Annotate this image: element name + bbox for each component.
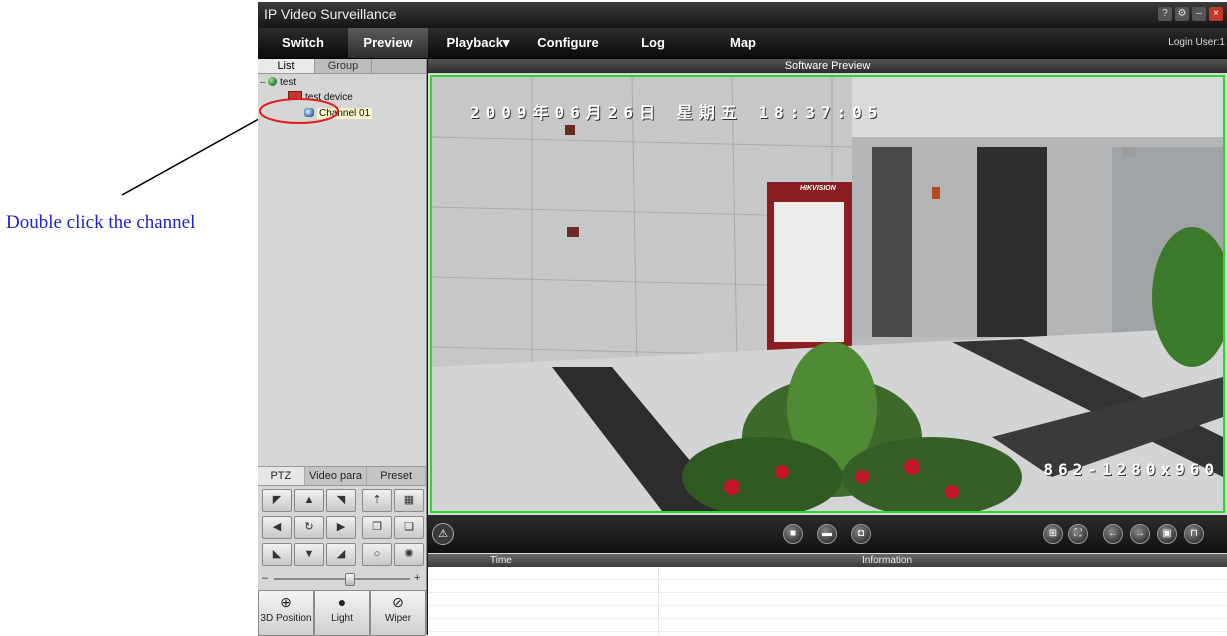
device-tabs: List Group xyxy=(258,59,426,74)
wiper-label: Wiper xyxy=(384,613,412,624)
log-row xyxy=(428,567,1227,580)
tab-ptz[interactable]: PTZ xyxy=(258,467,305,485)
left-panel: List Group – test test device Channel 01 … xyxy=(258,59,427,636)
focus-far-button[interactable]: ❏ xyxy=(394,516,424,539)
osd-resolution: 862-1280x960 xyxy=(1043,460,1219,479)
magnifier-icon: ⊕ xyxy=(280,594,292,610)
ptz-auto-button[interactable]: ↻ xyxy=(294,516,324,539)
menu-switch[interactable]: Switch xyxy=(258,28,348,58)
sign-brand-text: HIKVISION xyxy=(800,185,836,192)
log-row xyxy=(428,580,1227,593)
ptz-left-button[interactable]: ◀ xyxy=(262,516,292,539)
globe-icon xyxy=(268,77,277,86)
tab-video-para[interactable]: Video para xyxy=(305,467,368,485)
wiper-button[interactable]: ⊘ Wiper xyxy=(370,590,426,636)
record-icon[interactable]: ▬ xyxy=(817,524,837,544)
ptz-actions: ⊕ 3D Position ● Light ⊘ Wiper xyxy=(258,590,426,636)
annotation-text: Double click the channel xyxy=(6,212,196,233)
menu-bar: Switch Preview Playback▾ Configure Log M… xyxy=(258,28,1227,59)
ptz-tabs: PTZ Video para Preset xyxy=(258,466,426,486)
settings-icon[interactable]: ⚙ xyxy=(1175,7,1189,21)
menu-log[interactable]: Log xyxy=(623,28,683,58)
ptz-up-right-button[interactable]: ◥ xyxy=(326,489,356,512)
ptz-right-button[interactable]: ▶ xyxy=(326,516,356,539)
camera-icon xyxy=(304,108,314,117)
ptz-down-button[interactable]: ▼ xyxy=(294,543,324,566)
log-row xyxy=(428,619,1227,632)
main-area: Software Preview 2009年06月26日 星期五 18:37:0… xyxy=(428,59,1227,635)
ptz-down-right-button[interactable]: ◢ xyxy=(326,543,356,566)
window-controls: ? ⚙ – × xyxy=(1158,7,1223,21)
tab-group[interactable]: Group xyxy=(315,59,372,73)
tab-list[interactable]: List xyxy=(258,59,315,73)
app-window: IP Video Surveillance ? ⚙ – × Switch Pre… xyxy=(258,2,1227,636)
app-title: IP Video Surveillance xyxy=(264,6,397,22)
tree-device[interactable]: test device xyxy=(288,91,353,104)
log-divider xyxy=(658,567,659,635)
log-col-information: Information xyxy=(862,555,913,566)
login-user-label: Login User:1 xyxy=(1168,37,1225,48)
3d-position-button[interactable]: ⊕ 3D Position xyxy=(258,590,314,636)
speed-minus-icon: – xyxy=(262,572,269,584)
menu-map[interactable]: Map xyxy=(713,28,773,58)
next-icon[interactable]: → xyxy=(1130,524,1150,544)
slider-track xyxy=(274,578,410,580)
fullscreen-icon[interactable]: ⛶ xyxy=(1068,524,1088,544)
ptz-speed-slider[interactable]: – + xyxy=(262,572,422,586)
log-row xyxy=(428,593,1227,606)
log-col-time: Time xyxy=(490,555,512,566)
minimize-icon[interactable]: – xyxy=(1192,7,1206,21)
menu-playback[interactable]: Playback▾ xyxy=(438,28,518,58)
tree-channel-label: Channel 01 xyxy=(317,108,373,119)
exit-icon[interactable]: ⊓ xyxy=(1184,524,1204,544)
close-icon[interactable]: × xyxy=(1209,7,1223,21)
speed-plus-icon: + xyxy=(414,572,421,584)
help-icon[interactable]: ? xyxy=(1158,7,1172,21)
tab-preset[interactable]: Preset xyxy=(367,467,426,485)
video-preview-window[interactable]: 2009年06月26日 星期五 18:37:05 HIKVISION 862-1… xyxy=(430,75,1225,513)
iris-close-button[interactable]: ○ xyxy=(362,543,392,566)
osd-datetime: 2009年06月26日 星期五 18:37:05 xyxy=(470,103,884,122)
snapshot-icon[interactable]: ◘ xyxy=(851,524,871,544)
grid-button[interactable]: ▦ xyxy=(394,489,424,512)
log-row xyxy=(428,606,1227,619)
ptz-control-pad: ◤ ▲ ◥ ⇡ ▦ ◀ ↻ ▶ ❐ ❏ ◣ ▼ ◢ ○ ✺ xyxy=(262,489,424,585)
device-icon xyxy=(288,91,302,99)
tree-device-label: test device xyxy=(305,92,353,103)
ptz-up-button[interactable]: ▲ xyxy=(294,489,324,512)
collapse-icon[interactable]: – xyxy=(260,76,268,89)
3d-position-label: 3D Position xyxy=(260,613,312,624)
wiper-icon: ⊘ xyxy=(392,594,404,610)
focus-near-button[interactable]: ❐ xyxy=(362,516,392,539)
device-tree: – test test device Channel 01 xyxy=(258,74,426,464)
save-icon[interactable]: ▣ xyxy=(1157,524,1177,544)
slider-thumb[interactable] xyxy=(345,573,355,586)
split-screen-icon[interactable]: ⊞ xyxy=(1043,524,1063,544)
ptz-down-left-button[interactable]: ◣ xyxy=(262,543,292,566)
menu-preview[interactable]: Preview xyxy=(348,28,428,58)
zoom-in-button[interactable]: ⇡ xyxy=(362,489,392,512)
warning-icon[interactable]: ⚠ xyxy=(432,523,454,545)
camera-scene xyxy=(432,77,1223,511)
tree-channel[interactable]: Channel 01 xyxy=(304,107,373,120)
title-bar: IP Video Surveillance ? ⚙ – × xyxy=(258,2,1227,28)
log-header: Time Information xyxy=(428,554,1227,567)
light-label: Light xyxy=(331,613,353,624)
iris-open-button[interactable]: ✺ xyxy=(394,543,424,566)
ptz-up-left-button[interactable]: ◤ xyxy=(262,489,292,512)
playback-control-bar: ⚠ ■ ▬ ◘ ⊞ ⛶ ← → ▣ ⊓ xyxy=(428,515,1227,553)
preview-title: Software Preview xyxy=(428,59,1227,73)
tree-root-label: test xyxy=(280,77,297,88)
stop-icon[interactable]: ■ xyxy=(783,524,803,544)
menu-configure[interactable]: Configure xyxy=(528,28,608,58)
tree-root[interactable]: – test xyxy=(260,76,296,89)
light-button[interactable]: ● Light xyxy=(314,590,370,636)
previous-icon[interactable]: ← xyxy=(1103,524,1123,544)
light-icon: ● xyxy=(337,594,347,610)
log-table[interactable] xyxy=(428,567,1227,635)
